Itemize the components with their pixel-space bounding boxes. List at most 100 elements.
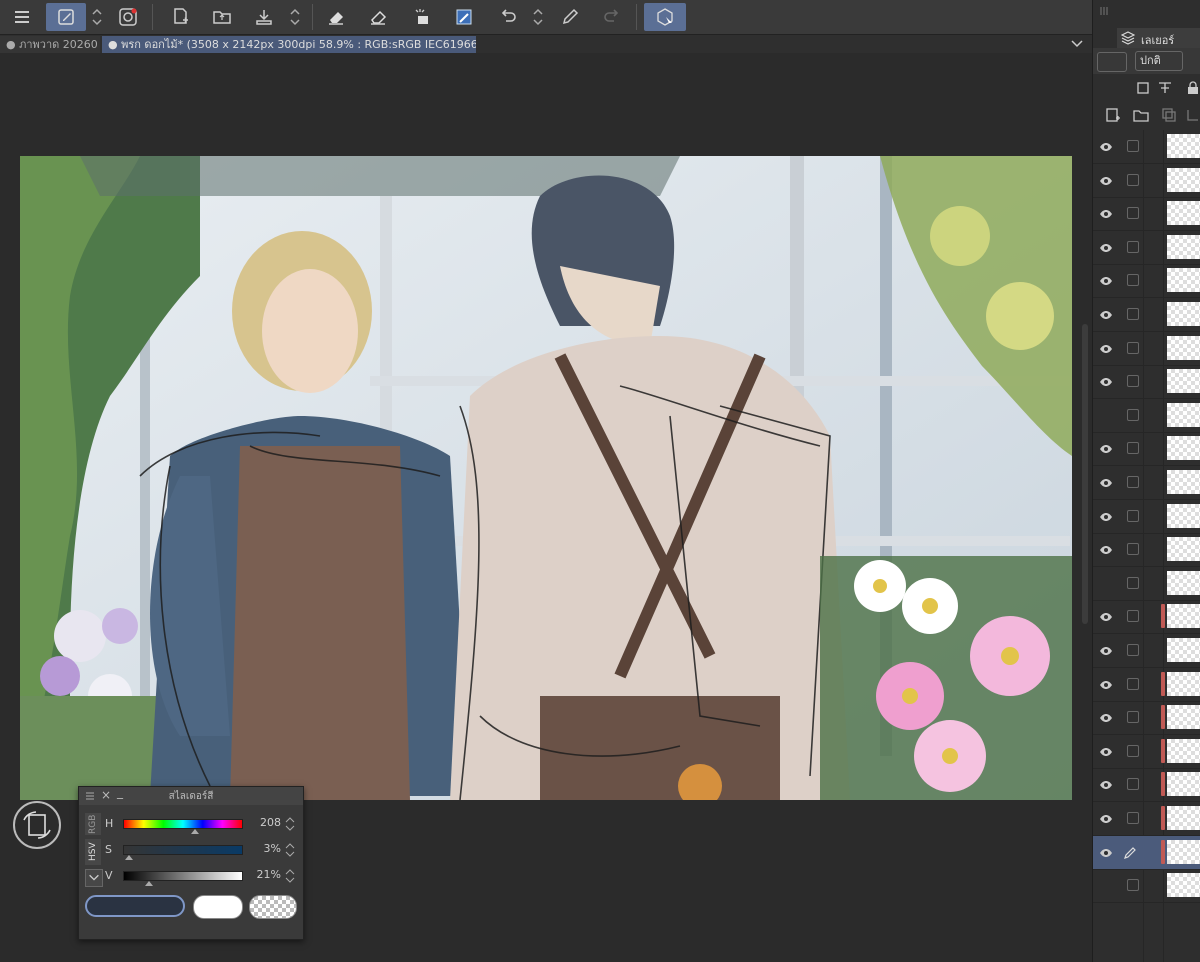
layer-select-checkbox[interactable] bbox=[1127, 744, 1139, 757]
layer-select-checkbox[interactable] bbox=[1127, 879, 1139, 892]
panel-header[interactable]: × _ สไลเดอร์สี bbox=[79, 785, 303, 805]
layer-select-checkbox[interactable] bbox=[1127, 812, 1139, 824]
clear-icon[interactable] bbox=[364, 3, 392, 31]
eye-icon[interactable] bbox=[1099, 139, 1113, 153]
layer-thumbnail[interactable] bbox=[1167, 436, 1200, 461]
eye-icon[interactable] bbox=[1099, 206, 1113, 220]
layer-thumbnail[interactable] bbox=[1167, 201, 1200, 226]
layer-select-checkbox[interactable] bbox=[1127, 644, 1139, 656]
layer-thumbnail[interactable] bbox=[1167, 268, 1200, 293]
layer-thumbnail[interactable] bbox=[1167, 369, 1200, 394]
layer-row[interactable] bbox=[1093, 802, 1200, 836]
layer-select-checkbox[interactable] bbox=[1127, 375, 1139, 388]
pen-tool-icon[interactable] bbox=[46, 3, 86, 31]
layer-thumbnail[interactable] bbox=[1167, 638, 1200, 662]
layer-thumbnail[interactable] bbox=[1167, 335, 1200, 360]
value-slider[interactable] bbox=[123, 871, 243, 881]
layer-select-checkbox[interactable] bbox=[1127, 308, 1139, 320]
vertical-scrollbar[interactable] bbox=[1082, 324, 1088, 624]
tab-layer[interactable]: เลเยอร์ bbox=[1117, 28, 1200, 48]
layer-select-checkbox[interactable] bbox=[1127, 778, 1139, 791]
layer-select-checkbox[interactable] bbox=[1127, 509, 1139, 522]
spin-arrows-icon[interactable] bbox=[289, 6, 301, 28]
eye-icon[interactable] bbox=[1099, 777, 1113, 791]
clip-icon[interactable] bbox=[1135, 80, 1151, 96]
tab-document-1[interactable]: ● ภาพวาด 20260 bbox=[0, 36, 100, 53]
hue-value[interactable]: 208 bbox=[245, 816, 281, 829]
eye-icon[interactable] bbox=[1099, 542, 1113, 556]
layer-select-checkbox[interactable] bbox=[1127, 442, 1139, 455]
eye-icon[interactable] bbox=[1099, 374, 1113, 388]
eye-icon[interactable] bbox=[1099, 744, 1113, 758]
layer-select-checkbox[interactable] bbox=[1127, 341, 1139, 354]
eye-icon[interactable] bbox=[1099, 173, 1113, 187]
spin-arrows-icon[interactable] bbox=[285, 815, 295, 833]
layer-select-checkbox[interactable] bbox=[1127, 543, 1139, 556]
copy-layer-icon[interactable] bbox=[1161, 107, 1177, 123]
merge-layer-icon[interactable] bbox=[1185, 107, 1200, 123]
layer-row[interactable] bbox=[1093, 701, 1200, 736]
eye-icon[interactable] bbox=[1099, 475, 1113, 489]
layer-row[interactable] bbox=[1093, 869, 1200, 904]
layer-row[interactable] bbox=[1093, 298, 1200, 332]
eye-icon[interactable] bbox=[1099, 341, 1113, 355]
pen-icon[interactable] bbox=[556, 3, 584, 31]
select-cube-icon[interactable] bbox=[644, 3, 686, 31]
spin-arrows-icon[interactable] bbox=[532, 6, 544, 28]
layer-row[interactable] bbox=[1093, 567, 1200, 601]
layer-thumbnail[interactable] bbox=[1167, 402, 1200, 427]
open-folder-icon[interactable] bbox=[208, 3, 236, 31]
eye-icon[interactable] bbox=[1099, 710, 1113, 724]
layer-thumbnail[interactable] bbox=[1167, 873, 1200, 898]
fill-icon[interactable] bbox=[408, 3, 436, 31]
new-canvas-icon[interactable] bbox=[166, 3, 194, 31]
layer-row[interactable] bbox=[1093, 466, 1200, 500]
saturation-value[interactable]: 3% bbox=[245, 842, 281, 855]
layer-row[interactable] bbox=[1093, 264, 1200, 299]
layer-row[interactable] bbox=[1093, 432, 1200, 467]
spin-arrows-icon[interactable] bbox=[285, 867, 295, 885]
spiral-icon[interactable] bbox=[114, 3, 142, 31]
save-icon[interactable] bbox=[250, 3, 278, 31]
menu-icon[interactable] bbox=[8, 3, 36, 31]
eye-icon[interactable] bbox=[1099, 609, 1113, 623]
layer-row[interactable] bbox=[1093, 735, 1200, 769]
layer-select-checkbox[interactable] bbox=[1127, 207, 1139, 220]
layer-thumbnail[interactable] bbox=[1167, 234, 1200, 259]
layer-row[interactable] bbox=[1093, 634, 1200, 668]
layer-thumbnail[interactable] bbox=[1167, 806, 1200, 830]
spin-arrows-icon[interactable] bbox=[91, 6, 103, 28]
transform-icon[interactable] bbox=[450, 3, 478, 31]
blend-color-select[interactable] bbox=[1097, 52, 1127, 72]
layer-select-checkbox[interactable] bbox=[1127, 677, 1139, 690]
new-folder-icon[interactable] bbox=[1133, 107, 1149, 123]
layer-thumbnail[interactable] bbox=[1167, 134, 1200, 158]
layer-thumbnail[interactable] bbox=[1167, 738, 1200, 763]
main-color-swatch[interactable] bbox=[85, 895, 185, 917]
rotate-canvas-icon[interactable] bbox=[12, 800, 62, 850]
layer-select-checkbox[interactable] bbox=[1127, 240, 1139, 253]
eye-icon[interactable] bbox=[1099, 811, 1113, 825]
layer-thumbnail[interactable] bbox=[1167, 302, 1200, 326]
layer-row[interactable] bbox=[1093, 600, 1200, 635]
eye-icon[interactable] bbox=[1099, 878, 1113, 892]
layer-row[interactable] bbox=[1093, 768, 1200, 803]
tab-rgb[interactable]: RGB bbox=[85, 813, 101, 835]
lock-icon[interactable] bbox=[1185, 80, 1200, 96]
layer-row[interactable] bbox=[1093, 164, 1200, 198]
sub-color-swatch[interactable] bbox=[193, 895, 243, 919]
layer-thumbnail[interactable] bbox=[1167, 604, 1200, 629]
layer-thumbnail[interactable] bbox=[1167, 772, 1200, 797]
layer-row[interactable] bbox=[1093, 500, 1200, 534]
layer-row[interactable] bbox=[1093, 332, 1200, 366]
layer-thumbnail[interactable] bbox=[1167, 705, 1200, 730]
value-knob[interactable] bbox=[145, 881, 153, 886]
eye-icon[interactable] bbox=[1099, 845, 1113, 859]
saturation-knob[interactable] bbox=[125, 855, 133, 860]
layer-thumbnail[interactable] bbox=[1167, 537, 1200, 562]
eye-icon[interactable] bbox=[1099, 677, 1113, 691]
eraser-icon[interactable] bbox=[322, 3, 350, 31]
layer-thumbnail[interactable] bbox=[1167, 839, 1200, 864]
saturation-slider[interactable] bbox=[123, 845, 243, 855]
layer-select-checkbox[interactable] bbox=[1127, 173, 1139, 186]
